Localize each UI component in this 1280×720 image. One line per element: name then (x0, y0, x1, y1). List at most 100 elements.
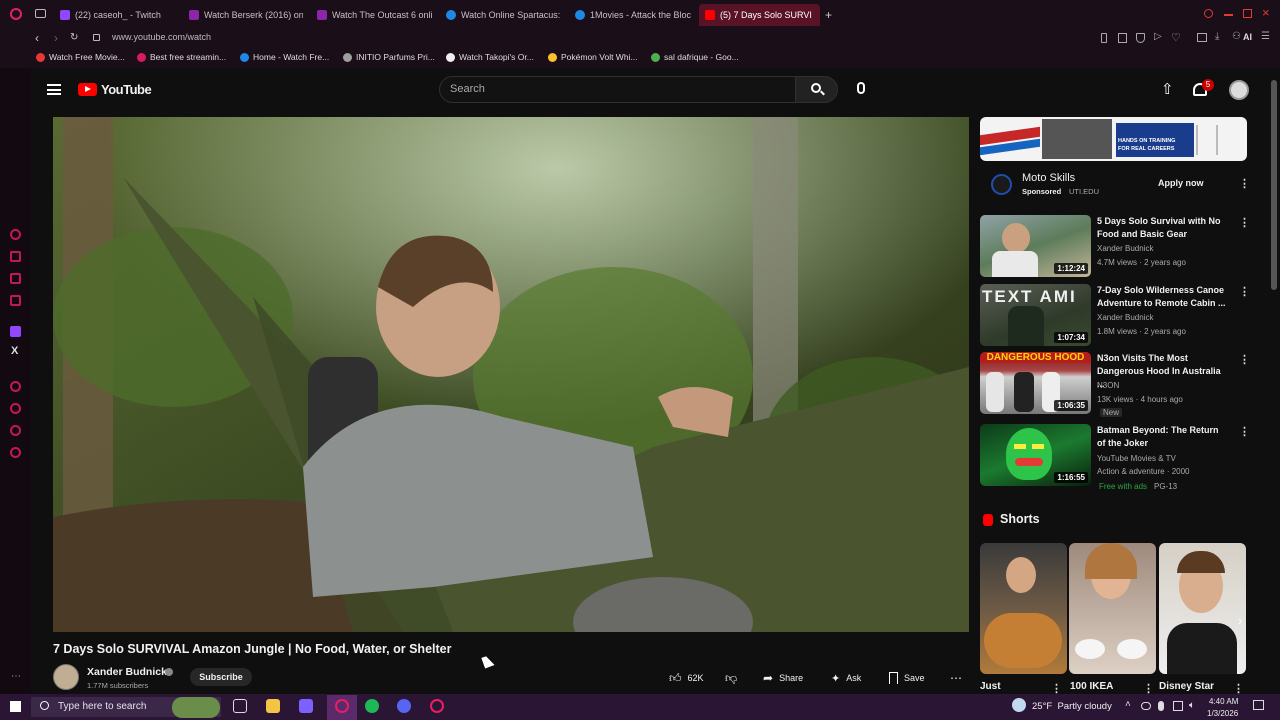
spotify-icon[interactable] (365, 699, 379, 713)
browser-icon[interactable] (430, 699, 444, 713)
scrollbar[interactable] (1271, 80, 1277, 290)
apply-now-button[interactable]: Apply now (1158, 178, 1204, 188)
bookmark-item[interactable]: Home - Watch Fre... (240, 52, 329, 62)
bookmark-item[interactable]: Best free streamin... (137, 52, 226, 62)
clock-time[interactable]: 4:40 AM (1209, 697, 1238, 706)
rec-thumbnail[interactable]: DANGEROUS HOOD 1:06:35 (980, 352, 1091, 414)
widget-icon[interactable] (172, 697, 220, 718)
sidebar-app-icon[interactable] (10, 295, 21, 306)
shorts-next-icon[interactable]: › (1238, 613, 1242, 628)
play-icon[interactable]: ▷ (1154, 31, 1162, 42)
sidebar-app-icon[interactable] (10, 251, 21, 262)
search-icon[interactable] (1204, 9, 1213, 18)
rec-title[interactable]: Batman Beyond: The Return of the Joker (1097, 424, 1229, 450)
short-title[interactable]: Disney Star (1159, 681, 1214, 692)
short-title[interactable]: Just (980, 681, 1001, 692)
rec-title[interactable]: 7-Day Solo Wilderness Canoe Adventure to… (1097, 284, 1229, 310)
channel-name[interactable]: Xander Budnick (87, 666, 167, 678)
shield-icon[interactable] (1136, 33, 1145, 43)
clock-date[interactable]: 1/3/2026 (1207, 709, 1238, 718)
profile-icon[interactable]: ⚇ (1232, 31, 1241, 42)
url-field[interactable]: www.youtube.com/watch (112, 32, 211, 42)
like-button[interactable]: 👍︎ 62K (669, 670, 704, 686)
maximize-icon[interactable] (1243, 9, 1252, 18)
volume-icon[interactable]: 🔈︎ (1189, 700, 1195, 711)
browser-logo-icon[interactable] (10, 8, 22, 20)
ad-brand[interactable]: Moto Skills (1022, 172, 1075, 184)
x-icon[interactable]: X (11, 345, 18, 357)
menu-icon[interactable]: ☰ (1261, 31, 1270, 42)
onedrive-icon[interactable] (1141, 702, 1151, 710)
back-icon[interactable]: ‹ (35, 31, 39, 45)
rec-title[interactable]: 5 Days Solo Survival with No Food and Ba… (1097, 215, 1229, 241)
close-icon[interactable]: × (1262, 5, 1270, 20)
channel-avatar[interactable] (53, 664, 79, 690)
youtube-logo[interactable]: YouTube (78, 82, 152, 97)
bookmark-item[interactable]: Pokémon Volt Whi... (548, 52, 638, 62)
avatar[interactable] (1229, 80, 1249, 100)
video-player[interactable] (53, 117, 969, 632)
new-tab-icon[interactable]: + (825, 8, 832, 22)
reload-icon[interactable]: ↻ (70, 32, 78, 43)
notification-center-icon[interactable] (1253, 700, 1264, 710)
discord-icon[interactable] (397, 699, 411, 713)
rec-channel[interactable]: YouTube Movies & TV (1097, 454, 1176, 463)
search-input[interactable]: Search (439, 76, 796, 103)
tab-manager-icon[interactable] (35, 9, 46, 18)
save-button[interactable]: Save (889, 670, 925, 686)
twitch-icon[interactable] (10, 326, 21, 337)
store-icon[interactable] (299, 699, 313, 713)
weather-text[interactable]: 25°F Partly cloudy (1032, 701, 1112, 712)
rec-more-icon[interactable]: ⋮ (1239, 216, 1250, 229)
pin-icon[interactable] (1101, 33, 1107, 43)
page-icon[interactable] (1118, 33, 1127, 43)
rec-thumbnail[interactable]: 1:16:55 (980, 424, 1091, 486)
file-explorer-icon[interactable] (266, 699, 280, 713)
hamburger-menu-icon[interactable] (47, 84, 61, 95)
sidebar-app-icon[interactable] (10, 273, 21, 284)
rec-thumbnail[interactable]: 1:12:24 (980, 215, 1091, 277)
network-icon[interactable] (1173, 701, 1183, 711)
tab-outcast[interactable]: Watch The Outcast 6 onlin (311, 4, 433, 26)
spotify-icon[interactable] (10, 381, 21, 392)
rec-more-icon[interactable]: ⋮ (1239, 353, 1250, 366)
microphone-icon[interactable] (1158, 701, 1164, 711)
more-actions-icon[interactable]: ⋯ (950, 670, 962, 686)
rec-channel[interactable]: Xander Budnick (1097, 244, 1153, 253)
rec-thumbnail[interactable]: TEXT AMI 1:07:34 (980, 284, 1091, 346)
sidebar-app-icon[interactable] (10, 229, 21, 240)
ad-more-icon[interactable]: ⋮ (1239, 177, 1250, 190)
forward-icon[interactable]: › (54, 31, 58, 45)
download-icon[interactable]: ⤓ (1215, 31, 1219, 42)
bookmark-item[interactable]: INITIO Parfums Pri... (343, 52, 435, 62)
tab-twitch[interactable]: (22) caseoh_ - Twitch (54, 4, 180, 26)
rec-channel[interactable]: Xander Budnick (1097, 313, 1153, 322)
rec-channel[interactable]: N3ON (1097, 381, 1119, 390)
bookmark-item[interactable]: Watch Free Movie... (36, 52, 125, 62)
upload-icon[interactable]: ⇧ (1161, 80, 1174, 98)
start-icon[interactable] (10, 701, 21, 712)
rec-more-icon[interactable]: ⋮ (1239, 425, 1250, 438)
settings-icon[interactable] (10, 447, 21, 458)
tab-youtube-active[interactable]: (5) 7 Days Solo SURVI (699, 4, 820, 26)
ask-button[interactable]: ✦ Ask (831, 670, 861, 686)
short-title[interactable]: 100 IKEA (1070, 681, 1113, 692)
short-thumbnail[interactable] (980, 543, 1067, 674)
wallet-icon[interactable] (1197, 33, 1207, 42)
search-button[interactable] (795, 76, 838, 103)
bookmark-item[interactable]: Watch Takopi's Or... (446, 52, 534, 62)
tab-berserk[interactable]: Watch Berserk (2016) onli (183, 4, 303, 26)
ai-button[interactable]: AI (1243, 32, 1252, 42)
share-button[interactable]: ➦ Share (763, 670, 803, 686)
heart-icon[interactable]: ♡ (1171, 31, 1181, 44)
extensions-icon[interactable] (10, 425, 21, 436)
tab-1movies[interactable]: 1Movies - Attack the Block (569, 4, 691, 26)
history-icon[interactable] (10, 403, 21, 414)
bookmark-item[interactable]: sal dafrique - Goo... (651, 52, 739, 62)
subscribe-button[interactable]: Subscribe (190, 668, 252, 686)
microphone-icon[interactable] (857, 82, 865, 94)
task-view-icon[interactable] (233, 699, 247, 713)
opera-gx-icon[interactable] (335, 699, 349, 713)
tab-spartacus[interactable]: Watch Online Spartacus: I (440, 4, 562, 26)
more-icon[interactable]: ⋯ (11, 671, 21, 682)
